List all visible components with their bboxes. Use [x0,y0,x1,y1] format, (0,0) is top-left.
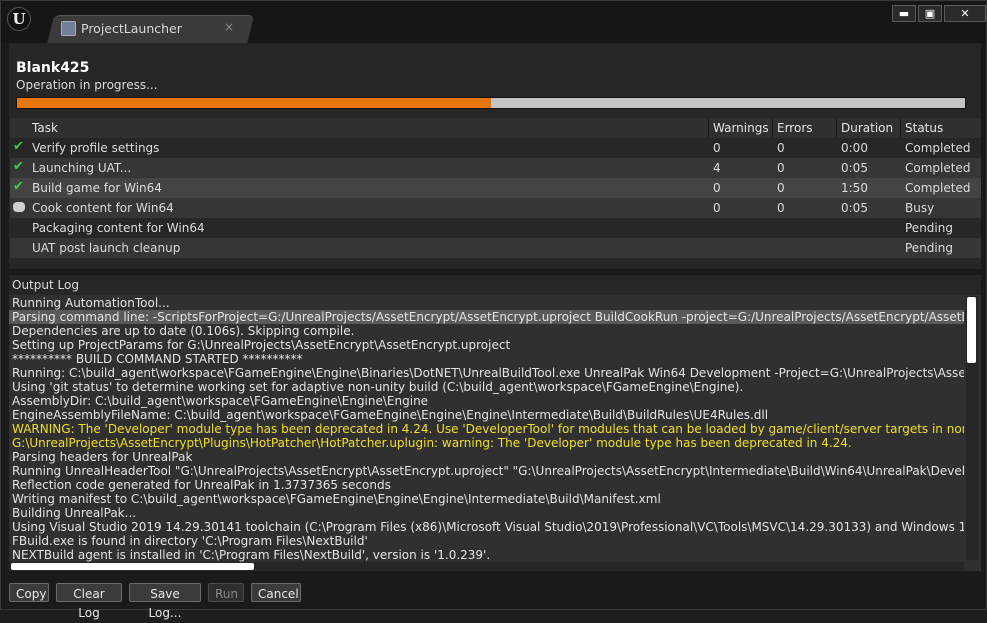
bottom-bar: Copy Clear Log Save Log... Run Cancel [1,573,986,620]
task-status: Busy [905,201,935,215]
vertical-scroll-thumb[interactable] [967,297,976,363]
operation-status: Operation in progress... [16,78,158,92]
task-warnings: 4 [713,161,721,175]
log-line[interactable]: G:\UnrealProjects\AssetEncrypt\Plugins\H… [9,436,964,450]
progress-fill [17,98,491,108]
check-icon: ✔ [13,139,24,154]
tab-project-launcher[interactable]: ProjectLauncher × [57,15,247,43]
task-table-header: Task Warnings Errors Duration Status [10,118,981,138]
task-duration: 0:05 [841,201,868,215]
header-warnings[interactable]: Warnings [713,121,769,135]
profile-name: Blank425 [16,60,90,76]
title-bar[interactable]: U ProjectLauncher × ▬ ▣ ✕ [1,1,986,44]
task-status: Completed [905,181,971,195]
task-rows: ✔ Verify profile settings 0 0 0:00 Completed ✔… [10,138,981,258]
minimize-button[interactable]: ▬ [892,5,916,22]
log-line[interactable]: Writing manifest to C:\build_agent\works… [9,492,964,506]
task-errors: 0 [777,181,785,195]
close-button[interactable]: ✕ [944,5,986,22]
log-line[interactable]: Running AutomationTool... [9,296,964,310]
horizontal-scroll-thumb[interactable] [11,563,254,570]
task-warnings: 0 [713,141,721,155]
task-duration: 0:05 [841,161,868,175]
output-log-header: Output Log [9,275,981,295]
log-line[interactable]: NEXTBuild agent is installed in 'C:\Prog… [9,548,964,562]
tab-label: ProjectLauncher [81,21,182,36]
task-row[interactable]: ✔ Build game for Win64 0 0 1:50 Completed [10,178,981,198]
horizontal-scrollbar[interactable] [9,562,964,571]
log-line[interactable]: Using 'git status' to determine working … [9,380,964,394]
log-line[interactable]: Parsing command line: -ScriptsForProject… [9,310,964,324]
task-errors: 0 [777,141,785,155]
log-line[interactable]: FBuild.exe is found in directory 'C:\Pro… [9,534,964,548]
task-row[interactable]: Cook content for Win64 0 0 0:05 Busy [10,198,981,218]
progress-bar [16,97,966,109]
log-line[interactable]: Building UnrealPak... [9,506,964,520]
check-icon: ✔ [13,179,24,194]
tab-close-icon[interactable]: × [224,20,234,34]
task-name: Cook content for Win64 [32,201,174,215]
task-row[interactable]: Packaging content for Win64 Pending [10,218,981,238]
header-status[interactable]: Status [905,121,943,135]
cancel-button[interactable]: Cancel [251,583,301,602]
output-log[interactable]: Running AutomationTool... Parsing command… [9,295,981,571]
vertical-scrollbar[interactable] [966,296,978,560]
task-errors: 0 [777,161,785,175]
log-line[interactable]: WARNING: The 'Developer' module type has… [9,422,964,436]
task-warnings: 0 [713,181,721,195]
log-line[interactable]: Setting up ProjectParams for G:\UnrealPr… [9,338,964,352]
log-line[interactable]: Using Visual Studio 2019 14.29.30141 too… [9,520,964,534]
task-name: Packaging content for Win64 [32,221,205,235]
launcher-icon [61,21,76,36]
header-task[interactable]: Task [32,121,58,135]
task-name: Build game for Win64 [32,181,162,195]
task-row[interactable]: ✔ Launching UAT... 4 0 0:05 Completed [10,158,981,178]
log-line[interactable]: Reflection code generated for UnrealPak … [9,478,964,492]
header-errors[interactable]: Errors [777,121,813,135]
task-errors: 0 [777,201,785,215]
task-status: Pending [905,241,953,255]
copy-button[interactable]: Copy [9,583,49,602]
task-name: UAT post launch cleanup [32,241,181,255]
task-row[interactable]: ✔ Verify profile settings 0 0 0:00 Completed [10,138,981,158]
log-line[interactable]: Running: C:\build_agent\workspace\FGameE… [9,366,964,380]
launcher-panel: Blank425 Operation in progress... Task W… [9,43,981,571]
task-status: Completed [905,161,971,175]
log-line[interactable]: EngineAssemblyFileName: C:\build_agent\w… [9,408,964,422]
save-log-button[interactable]: Save Log... [129,583,201,620]
log-line[interactable]: AssemblyDir: C:\build_agent\workspace\FG… [9,394,964,408]
task-status: Completed [905,141,971,155]
task-warnings: 0 [713,201,721,215]
log-line[interactable]: Parsing headers for UnrealPak [9,450,964,464]
clear-log-button[interactable]: Clear Log [56,583,122,620]
header-duration[interactable]: Duration [841,121,893,135]
busy-icon [13,200,27,214]
task-name: Launching UAT... [32,161,132,175]
log-line[interactable]: Running UnrealHeaderTool "G:\UnrealProje… [9,464,964,478]
log-line[interactable]: ********** BUILD COMMAND STARTED *******… [9,352,964,366]
log-line[interactable]: Dependencies are up to date (0.106s). Sk… [9,324,964,338]
task-duration: 0:00 [841,141,868,155]
check-icon: ✔ [13,159,24,174]
log-lines: Running AutomationTool... Parsing command… [9,296,964,562]
task-duration: 1:50 [841,181,868,195]
task-name: Verify profile settings [32,141,160,155]
unreal-logo-icon: U [7,7,31,31]
task-row[interactable]: UAT post launch cleanup Pending [10,238,981,258]
task-table: Task Warnings Errors Duration Status ✔ Ve… [10,118,981,258]
project-launcher-window: U ProjectLauncher × ▬ ▣ ✕ Blank425 Opera… [0,0,987,620]
task-status: Pending [905,221,953,235]
output-log-title: Output Log [12,278,79,292]
run-button[interactable]: Run [208,583,244,602]
maximize-button[interactable]: ▣ [918,5,942,22]
window-controls: ▬ ▣ ✕ [892,5,986,22]
